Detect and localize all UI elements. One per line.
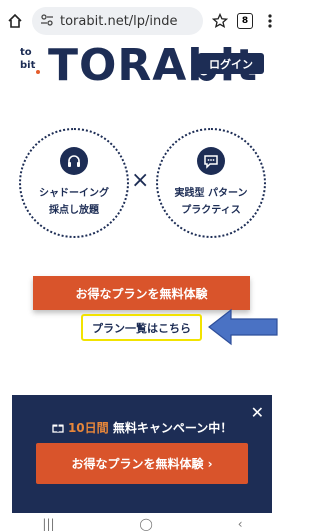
times-symbol: × <box>131 168 150 193</box>
logo-dot <box>36 70 40 74</box>
free-trial-button[interactable]: お得なプランを無料体験 <box>33 276 250 310</box>
login-button[interactable]: ログイン <box>198 53 264 74</box>
campaign-banner: ✕ 10日間 無料キャンペーン中！ お得なプランを無料体験 › <box>12 395 272 513</box>
browser-toolbar: torabit.net/lp/inde 8 <box>0 0 285 42</box>
url-text: torabit.net/lp/inde <box>60 13 178 29</box>
recent-apps-icon[interactable]: ||| <box>42 517 54 531</box>
plan-list-link[interactable]: プラン一覧はこちら <box>92 320 191 336</box>
home-icon[interactable] <box>6 12 24 30</box>
feature-line2: プラクティス <box>181 205 241 216</box>
pointer-arrow-icon <box>208 308 278 346</box>
address-bar[interactable]: torabit.net/lp/inde <box>32 7 203 35</box>
chat-icon <box>197 147 225 175</box>
logo-mark-line2: bit <box>20 60 36 71</box>
campaign-text: 10日間 無料キャンペーン中！ <box>12 419 272 436</box>
feature-practice: 実践型 パターン プラクティス <box>156 128 266 238</box>
feature-line1: 実践型 パターン <box>174 188 248 199</box>
feature-shadowing: シャドーイング 採点し放題 <box>19 128 129 238</box>
plan-link-highlight[interactable]: プラン一覧はこちら <box>81 314 202 341</box>
tabs-icon[interactable]: 8 <box>237 13 253 29</box>
star-icon[interactable] <box>211 12 229 30</box>
site-settings-icon[interactable] <box>40 12 54 31</box>
campaign-label: 無料キャンペーン中！ <box>112 421 233 435</box>
campaign-days: 10日間 <box>67 421 109 435</box>
logo-mark: to bit <box>20 46 46 76</box>
home-button-icon[interactable]: ◯ <box>139 517 152 531</box>
logo-mark-line1: to <box>20 47 32 58</box>
feature-line1: シャドーイング <box>39 188 109 199</box>
system-nav-bar: ||| ◯ ‹ <box>0 515 285 532</box>
feature-line2: 採点し放題 <box>49 205 99 216</box>
gift-icon <box>52 421 68 435</box>
banner-free-trial-button[interactable]: お得なプランを無料体験 › <box>36 443 248 484</box>
back-icon[interactable]: ‹ <box>238 517 243 531</box>
headphones-icon <box>60 147 88 175</box>
site-header: to bit TORAbit ログイン <box>0 40 285 97</box>
menu-icon[interactable] <box>261 12 279 30</box>
